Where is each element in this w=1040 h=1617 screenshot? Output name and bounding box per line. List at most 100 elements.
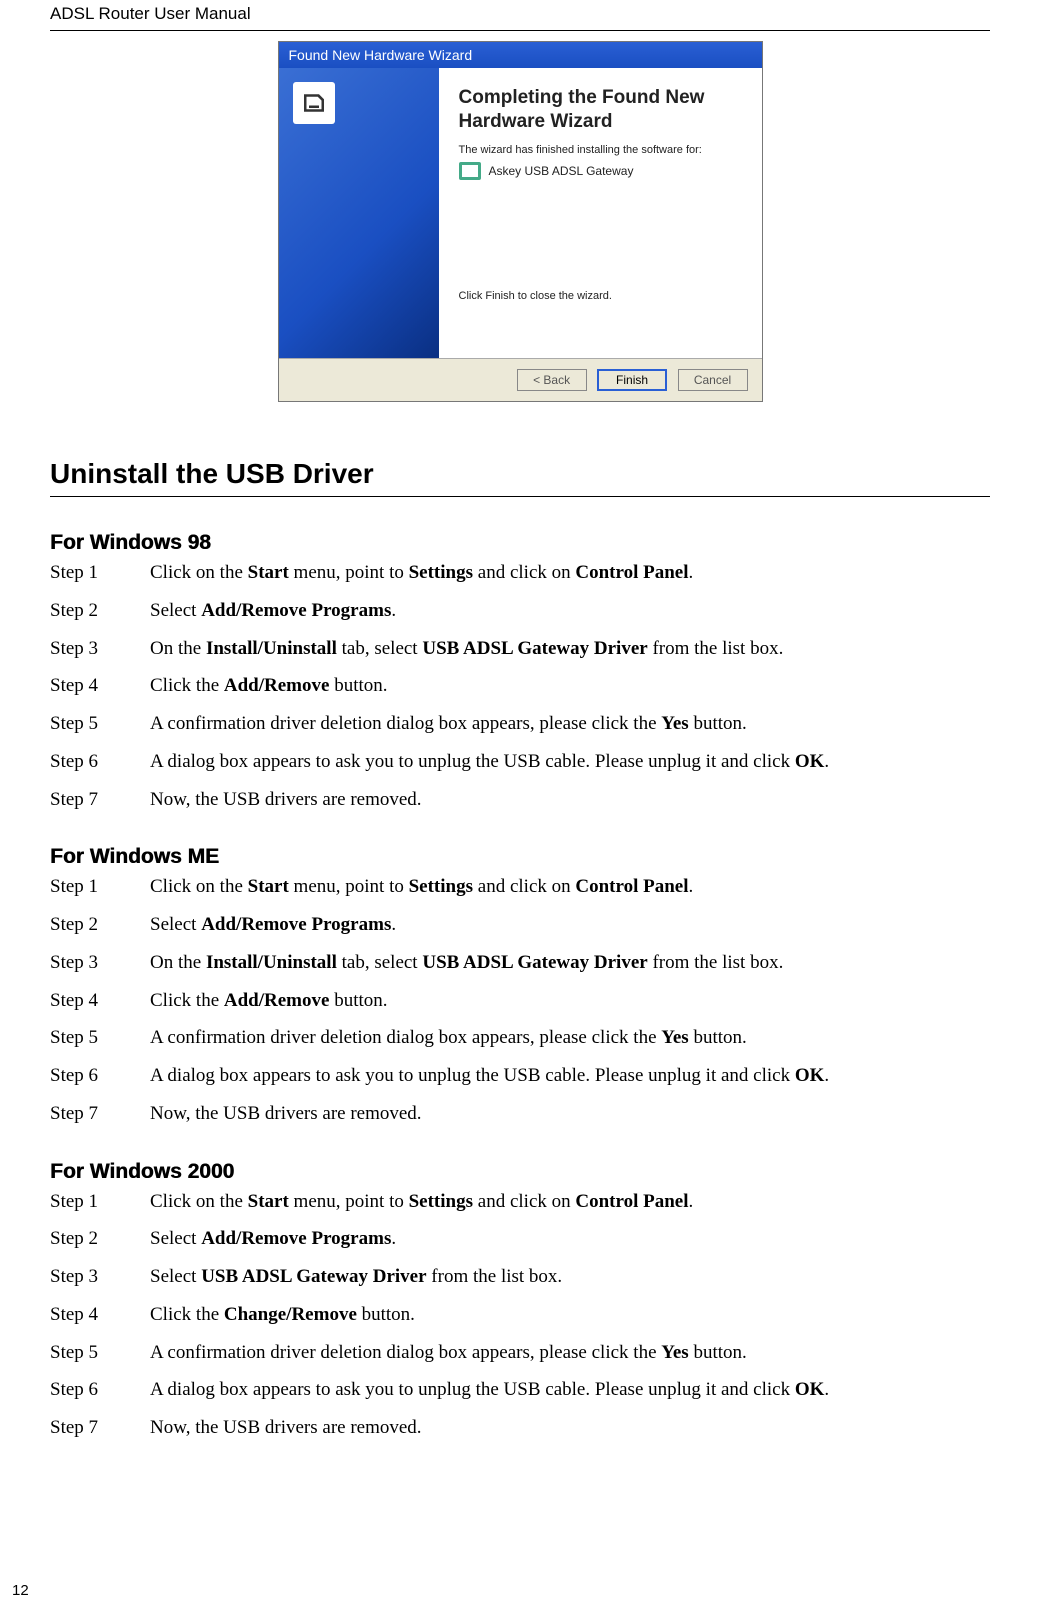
step-body: On the Install/Uninstall tab, select USB… <box>150 637 990 661</box>
steps-list: Step 1Click on the Start menu, point to … <box>50 875 990 1125</box>
step-body: Click on the Start menu, point to Settin… <box>150 561 990 585</box>
step-label: Step 3 <box>50 951 150 975</box>
bold-term: Start <box>248 876 289 897</box>
bold-term: Yes <box>661 1027 688 1048</box>
wizard-device-name: Askey USB ADSL Gateway <box>489 164 634 178</box>
hardware-icon <box>293 82 335 124</box>
step-row: Step 2Select Add/Remove Programs. <box>50 913 990 937</box>
bold-term: Add/Remove Programs <box>201 600 391 621</box>
step-row: Step 2Select Add/Remove Programs. <box>50 599 990 623</box>
bold-term: Add/Remove <box>224 990 330 1011</box>
wizard-device-row: Askey USB ADSL Gateway <box>459 162 742 180</box>
page-number: 12 <box>12 1582 29 1599</box>
step-body: Now, the USB drivers are removed. <box>150 1102 990 1126</box>
bold-term: Control Panel <box>575 562 688 583</box>
bold-term: OK <box>795 1379 825 1400</box>
back-button[interactable]: < Back <box>517 369 587 391</box>
step-label: Step 3 <box>50 1265 150 1289</box>
step-label: Step 1 <box>50 875 150 899</box>
wizard-content: Completing the Found New Hardware Wizard… <box>439 68 762 358</box>
step-label: Step 6 <box>50 1378 150 1402</box>
bold-term: USB ADSL Gateway Driver <box>422 638 647 659</box>
step-label: Step 6 <box>50 1064 150 1088</box>
step-label: Step 1 <box>50 561 150 585</box>
step-row: Step 5A confirmation driver deletion dia… <box>50 1341 990 1365</box>
step-body: Select Add/Remove Programs. <box>150 1227 990 1251</box>
step-body: A confirmation driver deletion dialog bo… <box>150 1026 990 1050</box>
bold-term: USB ADSL Gateway Driver <box>422 952 647 973</box>
bold-term: Settings <box>409 562 473 583</box>
bold-term: OK <box>795 751 825 772</box>
step-body: Select USB ADSL Gateway Driver from the … <box>150 1265 990 1289</box>
bold-term: Install/Uninstall <box>206 638 337 659</box>
step-label: Step 4 <box>50 989 150 1013</box>
bold-term: Start <box>248 1191 289 1212</box>
step-row: Step 3Select USB ADSL Gateway Driver fro… <box>50 1265 990 1289</box>
step-row: Step 6A dialog box appears to ask you to… <box>50 1064 990 1088</box>
step-label: Step 6 <box>50 750 150 774</box>
step-body: Select Add/Remove Programs. <box>150 599 990 623</box>
bold-term: Yes <box>661 1342 688 1363</box>
step-label: Step 4 <box>50 1303 150 1327</box>
page-header: ADSL Router User Manual <box>50 0 990 31</box>
step-row: Step 6A dialog box appears to ask you to… <box>50 750 990 774</box>
wizard-heading: Completing the Found New Hardware Wizard <box>459 86 742 134</box>
step-row: Step 3On the Install/Uninstall tab, sele… <box>50 637 990 661</box>
bold-term: Yes <box>661 713 688 734</box>
step-label: Step 3 <box>50 637 150 661</box>
step-row: Step 7Now, the USB drivers are removed. <box>50 788 990 812</box>
bold-term: Add/Remove Programs <box>201 1228 391 1249</box>
section-heading: For Windows ME <box>50 845 990 869</box>
bold-term: Control Panel <box>575 876 688 897</box>
step-label: Step 5 <box>50 1341 150 1365</box>
bold-term: Start <box>248 562 289 583</box>
step-label: Step 7 <box>50 1416 150 1440</box>
wizard-sidebar <box>279 68 439 358</box>
bold-term: OK <box>795 1065 825 1086</box>
step-body: Click the Add/Remove button. <box>150 989 990 1013</box>
section-heading: For Windows 98 <box>50 531 990 555</box>
wizard-titlebar: Found New Hardware Wizard <box>279 42 762 68</box>
step-label: Step 5 <box>50 1026 150 1050</box>
cancel-button[interactable]: Cancel <box>678 369 748 391</box>
bold-term: Add/Remove <box>224 675 330 696</box>
wizard-subtext: The wizard has finished installing the s… <box>459 144 742 156</box>
step-label: Step 7 <box>50 1102 150 1126</box>
step-body: Click the Change/Remove button. <box>150 1303 990 1327</box>
step-label: Step 4 <box>50 674 150 698</box>
bold-term: Control Panel <box>575 1191 688 1212</box>
main-heading: Uninstall the USB Driver <box>50 458 990 497</box>
step-row: Step 6A dialog box appears to ask you to… <box>50 1378 990 1402</box>
step-row: Step 7Now, the USB drivers are removed. <box>50 1102 990 1126</box>
wizard-screenshot: Found New Hardware Wizard Completing the… <box>50 41 990 402</box>
bold-term: Change/Remove <box>224 1304 357 1325</box>
step-row: Step 2Select Add/Remove Programs. <box>50 1227 990 1251</box>
step-row: Step 5A confirmation driver deletion dia… <box>50 712 990 736</box>
step-body: Click on the Start menu, point to Settin… <box>150 875 990 899</box>
step-row: Step 4Click the Change/Remove button. <box>50 1303 990 1327</box>
step-body: Now, the USB drivers are removed. <box>150 788 990 812</box>
step-row: Step 4Click the Add/Remove button. <box>50 989 990 1013</box>
section-heading: For Windows 2000 <box>50 1160 990 1184</box>
step-body: Select Add/Remove Programs. <box>150 913 990 937</box>
step-body: Click on the Start menu, point to Settin… <box>150 1190 990 1214</box>
bold-term: Add/Remove Programs <box>201 914 391 935</box>
step-label: Step 1 <box>50 1190 150 1214</box>
step-row: Step 1Click on the Start menu, point to … <box>50 1190 990 1214</box>
step-label: Step 7 <box>50 788 150 812</box>
wizard-button-row: < Back Finish Cancel <box>279 358 762 401</box>
step-label: Step 5 <box>50 712 150 736</box>
step-row: Step 7Now, the USB drivers are removed. <box>50 1416 990 1440</box>
device-icon <box>459 162 481 180</box>
wizard-dialog: Found New Hardware Wizard Completing the… <box>278 41 763 402</box>
finish-button[interactable]: Finish <box>597 369 667 391</box>
wizard-body: Completing the Found New Hardware Wizard… <box>279 68 762 358</box>
wizard-finish-note: Click Finish to close the wizard. <box>459 290 742 302</box>
step-label: Step 2 <box>50 913 150 937</box>
step-row: Step 1Click on the Start menu, point to … <box>50 875 990 899</box>
bold-term: Settings <box>409 876 473 897</box>
step-body: On the Install/Uninstall tab, select USB… <box>150 951 990 975</box>
bold-term: Install/Uninstall <box>206 952 337 973</box>
steps-list: Step 1Click on the Start menu, point to … <box>50 1190 990 1440</box>
step-body: Now, the USB drivers are removed. <box>150 1416 990 1440</box>
